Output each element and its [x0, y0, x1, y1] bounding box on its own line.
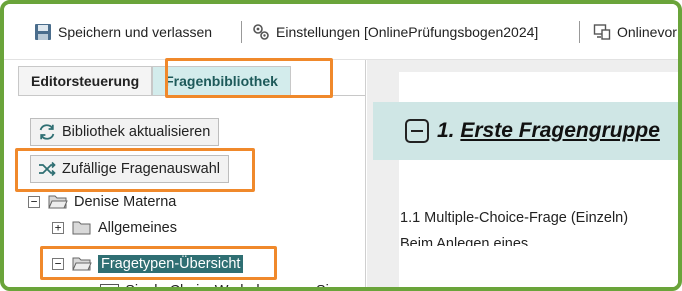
editor-canvas: 1. Erste Fragengruppe 1.1 Multiple-Choic… — [367, 60, 678, 287]
settings-label: Einstellungen [OnlinePrüfungsbogen2024] — [276, 24, 539, 40]
tree-item-single-choice-label: Single ChoiceWo bekommen Si — [125, 283, 329, 291]
folder-icon — [72, 221, 91, 235]
folder-open-icon — [48, 195, 68, 209]
online-preview-label: Onlinevor — [617, 24, 677, 40]
refresh-icon — [39, 124, 55, 140]
highlight-library-tab — [165, 58, 333, 98]
settings-button[interactable]: Einstellungen [OnlinePrüfungsbogen2024] — [252, 20, 538, 44]
toolbar: Speichern und verlassen Einstellungen [O… — [4, 4, 678, 60]
single-choice-badge: SC — [100, 283, 120, 287]
monitor-icon — [593, 24, 611, 40]
tree-item-single-choice[interactable]: SC Single ChoiceWo bekommen Si — [100, 279, 329, 291]
highlight-selected-folder — [40, 246, 277, 280]
app-window: Speichern und verlassen Einstellungen [O… — [0, 0, 682, 291]
save-and-exit-button[interactable]: Speichern und verlassen — [34, 20, 212, 44]
gears-icon — [253, 24, 269, 40]
group-title[interactable]: 1. Erste Fragengruppe — [437, 119, 660, 143]
group-number: 1. — [437, 119, 455, 142]
collapse-group-icon[interactable] — [405, 119, 429, 143]
refresh-library-button[interactable]: Bibliothek aktualisieren — [30, 118, 220, 146]
toolbar-divider — [241, 21, 242, 43]
toolbar-divider — [579, 21, 580, 43]
tree-item-root[interactable]: − Denise Materna — [28, 190, 176, 214]
tab-editor-control[interactable]: Editorsteuerung — [18, 66, 153, 96]
save-and-exit-label: Speichern und verlassen — [58, 24, 213, 40]
tree-item-general-label: Allgemeines — [98, 220, 177, 236]
tree-item-root-label: Denise Materna — [74, 194, 177, 210]
expand-toggle[interactable]: + — [52, 222, 64, 234]
refresh-library-label: Bibliothek aktualisieren — [62, 124, 211, 140]
online-preview-button[interactable]: Onlinevor — [593, 20, 677, 44]
tree-item-general[interactable]: + Allgemeines — [52, 216, 177, 240]
question-preview-text: Beim Anlegen eines — [400, 236, 529, 246]
question-label[interactable]: 1.1 Multiple-Choice-Frage (Einzeln) — [400, 210, 628, 226]
tab-editor-control-label: Editorsteuerung — [31, 73, 140, 89]
save-icon — [35, 24, 51, 40]
group-title-link[interactable]: Erste Fragengruppe — [460, 119, 660, 142]
highlight-random-button — [15, 148, 255, 192]
question-group-header: 1. Erste Fragengruppe — [373, 102, 678, 160]
collapse-toggle[interactable]: − — [28, 196, 40, 208]
